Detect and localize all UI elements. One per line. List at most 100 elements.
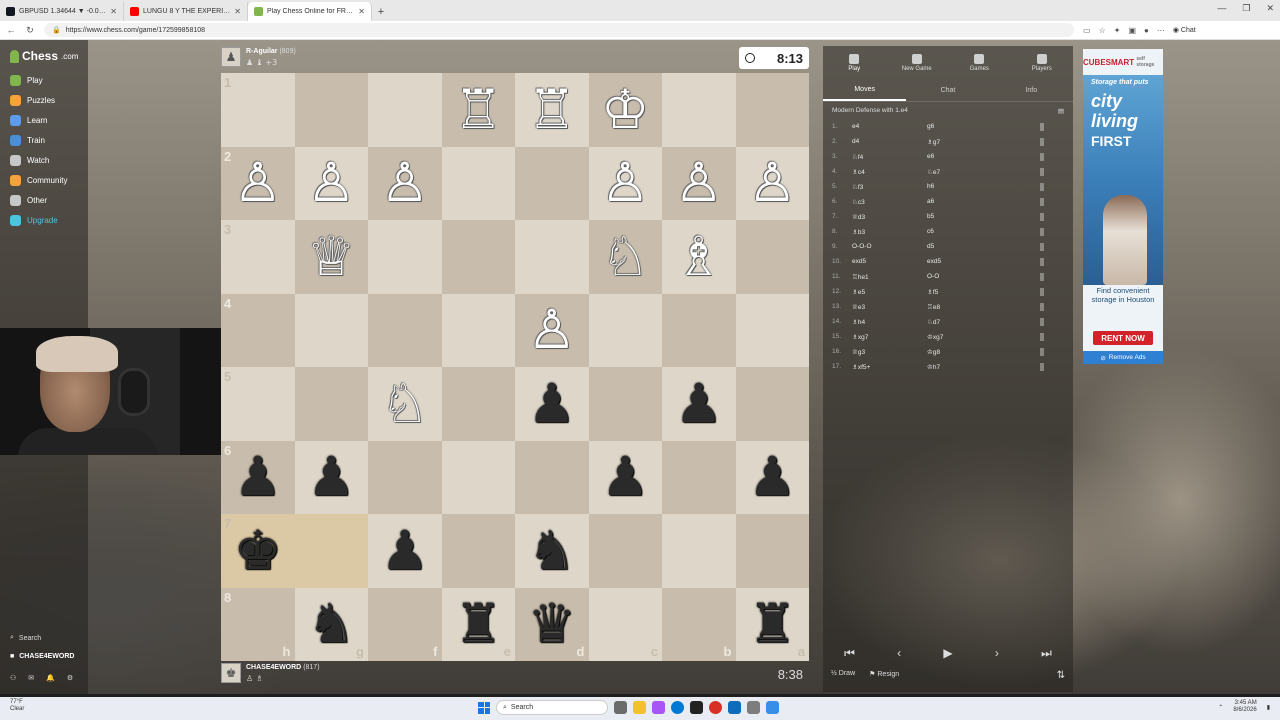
collections-icon[interactable]: ▣	[1128, 26, 1136, 35]
board-square[interactable]	[294, 73, 368, 147]
board-square[interactable]: ♟	[735, 440, 809, 514]
white-move[interactable]: ♗xg7	[852, 333, 927, 341]
board-square[interactable]: ♖	[441, 73, 515, 147]
board-square[interactable]	[441, 220, 515, 294]
terminal-icon[interactable]	[690, 701, 703, 714]
tab-moves[interactable]: Moves	[823, 80, 907, 101]
games-button[interactable]: Games	[948, 46, 1011, 80]
board-square[interactable]	[662, 73, 736, 147]
white-move[interactable]: ♖he1	[852, 273, 927, 281]
white-bishop-icon[interactable]: ♗	[662, 220, 736, 294]
board-square[interactable]	[515, 220, 589, 294]
minimize-icon[interactable]: —	[1217, 3, 1226, 14]
black-knight-icon[interactable]: ♞	[515, 514, 589, 588]
profile-icon[interactable]: ●	[1144, 26, 1149, 35]
play-moves-icon[interactable]: ▶	[943, 646, 952, 660]
white-move[interactable]: ♗h4	[852, 318, 927, 326]
close-window-icon[interactable]: ✕	[1266, 3, 1274, 14]
board-square[interactable]: ♙	[588, 146, 662, 220]
board-square[interactable]	[368, 293, 442, 367]
board-square[interactable]: a ♜	[735, 587, 810, 662]
opponent-name[interactable]: R-Aguilar (809)	[246, 48, 296, 55]
tray-chevron-icon[interactable]: ⌃	[1218, 704, 1223, 711]
board-square[interactable]	[735, 220, 809, 294]
white-move[interactable]: ♕e3	[852, 303, 927, 311]
board-square[interactable]	[735, 367, 809, 441]
white-move[interactable]: e4	[852, 123, 927, 130]
browser-tab-chess[interactable]: Play Chess Online for FREE - 2 Player ✕	[248, 2, 372, 21]
black-move[interactable]: ♔xg7	[927, 333, 1037, 341]
board-square[interactable]: ♞	[515, 514, 589, 588]
file-explorer-icon[interactable]	[633, 701, 646, 714]
black-move[interactable]: ♔g8	[927, 348, 1037, 356]
friends-icon[interactable]: ⚇	[10, 674, 16, 682]
white-move[interactable]: ♘f3	[852, 183, 927, 191]
board-square[interactable]: b	[662, 587, 736, 661]
black-move[interactable]: ♗f5	[927, 288, 1037, 296]
white-move[interactable]: O-O-O	[852, 243, 927, 250]
black-move[interactable]: exd5	[927, 258, 1037, 265]
reader-icon[interactable]: ▭	[1083, 26, 1091, 35]
board-square[interactable]	[588, 367, 662, 441]
sidebar-item-train[interactable]: Train	[10, 135, 45, 146]
edge-icon[interactable]	[671, 701, 684, 714]
board-square[interactable]	[441, 367, 515, 441]
white-pawn-icon[interactable]: ♙	[295, 147, 369, 221]
white-pawn-icon[interactable]: ♙	[662, 147, 736, 221]
black-pawn-icon[interactable]: ♟	[515, 367, 589, 441]
board-square[interactable]: ♟	[662, 367, 736, 441]
black-rook-icon[interactable]: ♜	[442, 588, 516, 662]
extensions-icon[interactable]: ✦	[1114, 26, 1121, 35]
board-square[interactable]	[294, 514, 368, 588]
white-move[interactable]: ♗xf5+	[852, 363, 927, 371]
resign-button[interactable]: ⚑ Resign	[869, 670, 899, 678]
rent-now-button[interactable]: RENT NOW	[1093, 331, 1153, 345]
sidebar-item-puzzles[interactable]: Puzzles	[10, 95, 55, 106]
board-square[interactable]: 3	[221, 220, 295, 294]
board-square[interactable]	[588, 293, 662, 367]
board-square[interactable]	[588, 514, 662, 588]
black-pawn-icon[interactable]: ♟	[589, 441, 663, 515]
browser-tab-tradingview[interactable]: GBPUSD 1.34644 ▼ -0.03% $100k ✕	[0, 2, 124, 21]
sidebar-item-watch[interactable]: Watch	[10, 155, 49, 166]
white-pawn-icon[interactable]: ♙	[221, 147, 295, 221]
board-square[interactable]: ♖	[515, 73, 589, 147]
board-square[interactable]: ♟	[294, 440, 369, 515]
board-square[interactable]: ♙	[368, 146, 442, 220]
chess-logo[interactable]: Chess .com	[10, 49, 78, 63]
maximize-icon[interactable]: ❐	[1242, 3, 1250, 14]
play-button[interactable]: Play	[823, 46, 886, 80]
refresh-icon[interactable]: ↻	[25, 25, 35, 36]
previous-move-icon[interactable]: ‹	[897, 646, 901, 660]
black-move[interactable]: e6	[927, 153, 1037, 160]
notification-icon[interactable]: ▮	[1267, 704, 1270, 711]
black-move[interactable]: a6	[927, 198, 1037, 205]
board-square[interactable]: ♟	[515, 367, 589, 441]
board-square[interactable]: ♟	[588, 440, 663, 515]
task-view-icon[interactable]	[614, 701, 627, 714]
menu-icon[interactable]: ⋯	[1157, 26, 1165, 35]
board-square[interactable]	[735, 73, 809, 147]
board-square[interactable]: 8h	[221, 587, 295, 661]
board-square[interactable]	[294, 367, 368, 441]
remove-ads-button[interactable]: ⊘ Remove Ads	[1083, 351, 1163, 364]
last-move-icon[interactable]: ⏭	[1041, 646, 1052, 661]
black-move[interactable]: ♗g7	[927, 138, 1037, 146]
board-square[interactable]: 2 ♙	[221, 146, 295, 221]
board-square[interactable]: 7 ♚	[221, 514, 295, 588]
black-move[interactable]: ♖e8	[927, 303, 1037, 311]
board-square[interactable]: ♙	[294, 146, 369, 221]
black-rook-icon[interactable]: ♜	[736, 588, 810, 662]
board-square[interactable]: ♘	[368, 367, 442, 441]
black-pawn-icon[interactable]: ♟	[295, 441, 369, 515]
new-tab-button[interactable]: +	[372, 2, 390, 21]
board-square[interactable]: c	[588, 587, 662, 661]
player-name[interactable]: CHASE4EWORD (817)	[246, 664, 320, 671]
player-avatar[interactable]: ♚	[221, 663, 241, 683]
tab-info[interactable]: Info	[990, 80, 1073, 101]
black-move[interactable]: d5	[927, 243, 1037, 250]
black-move[interactable]: h6	[927, 183, 1037, 190]
board-square[interactable]: 1	[221, 73, 295, 147]
black-move[interactable]: ♘d7	[927, 318, 1037, 326]
board-square[interactable]: ♔	[588, 73, 662, 147]
